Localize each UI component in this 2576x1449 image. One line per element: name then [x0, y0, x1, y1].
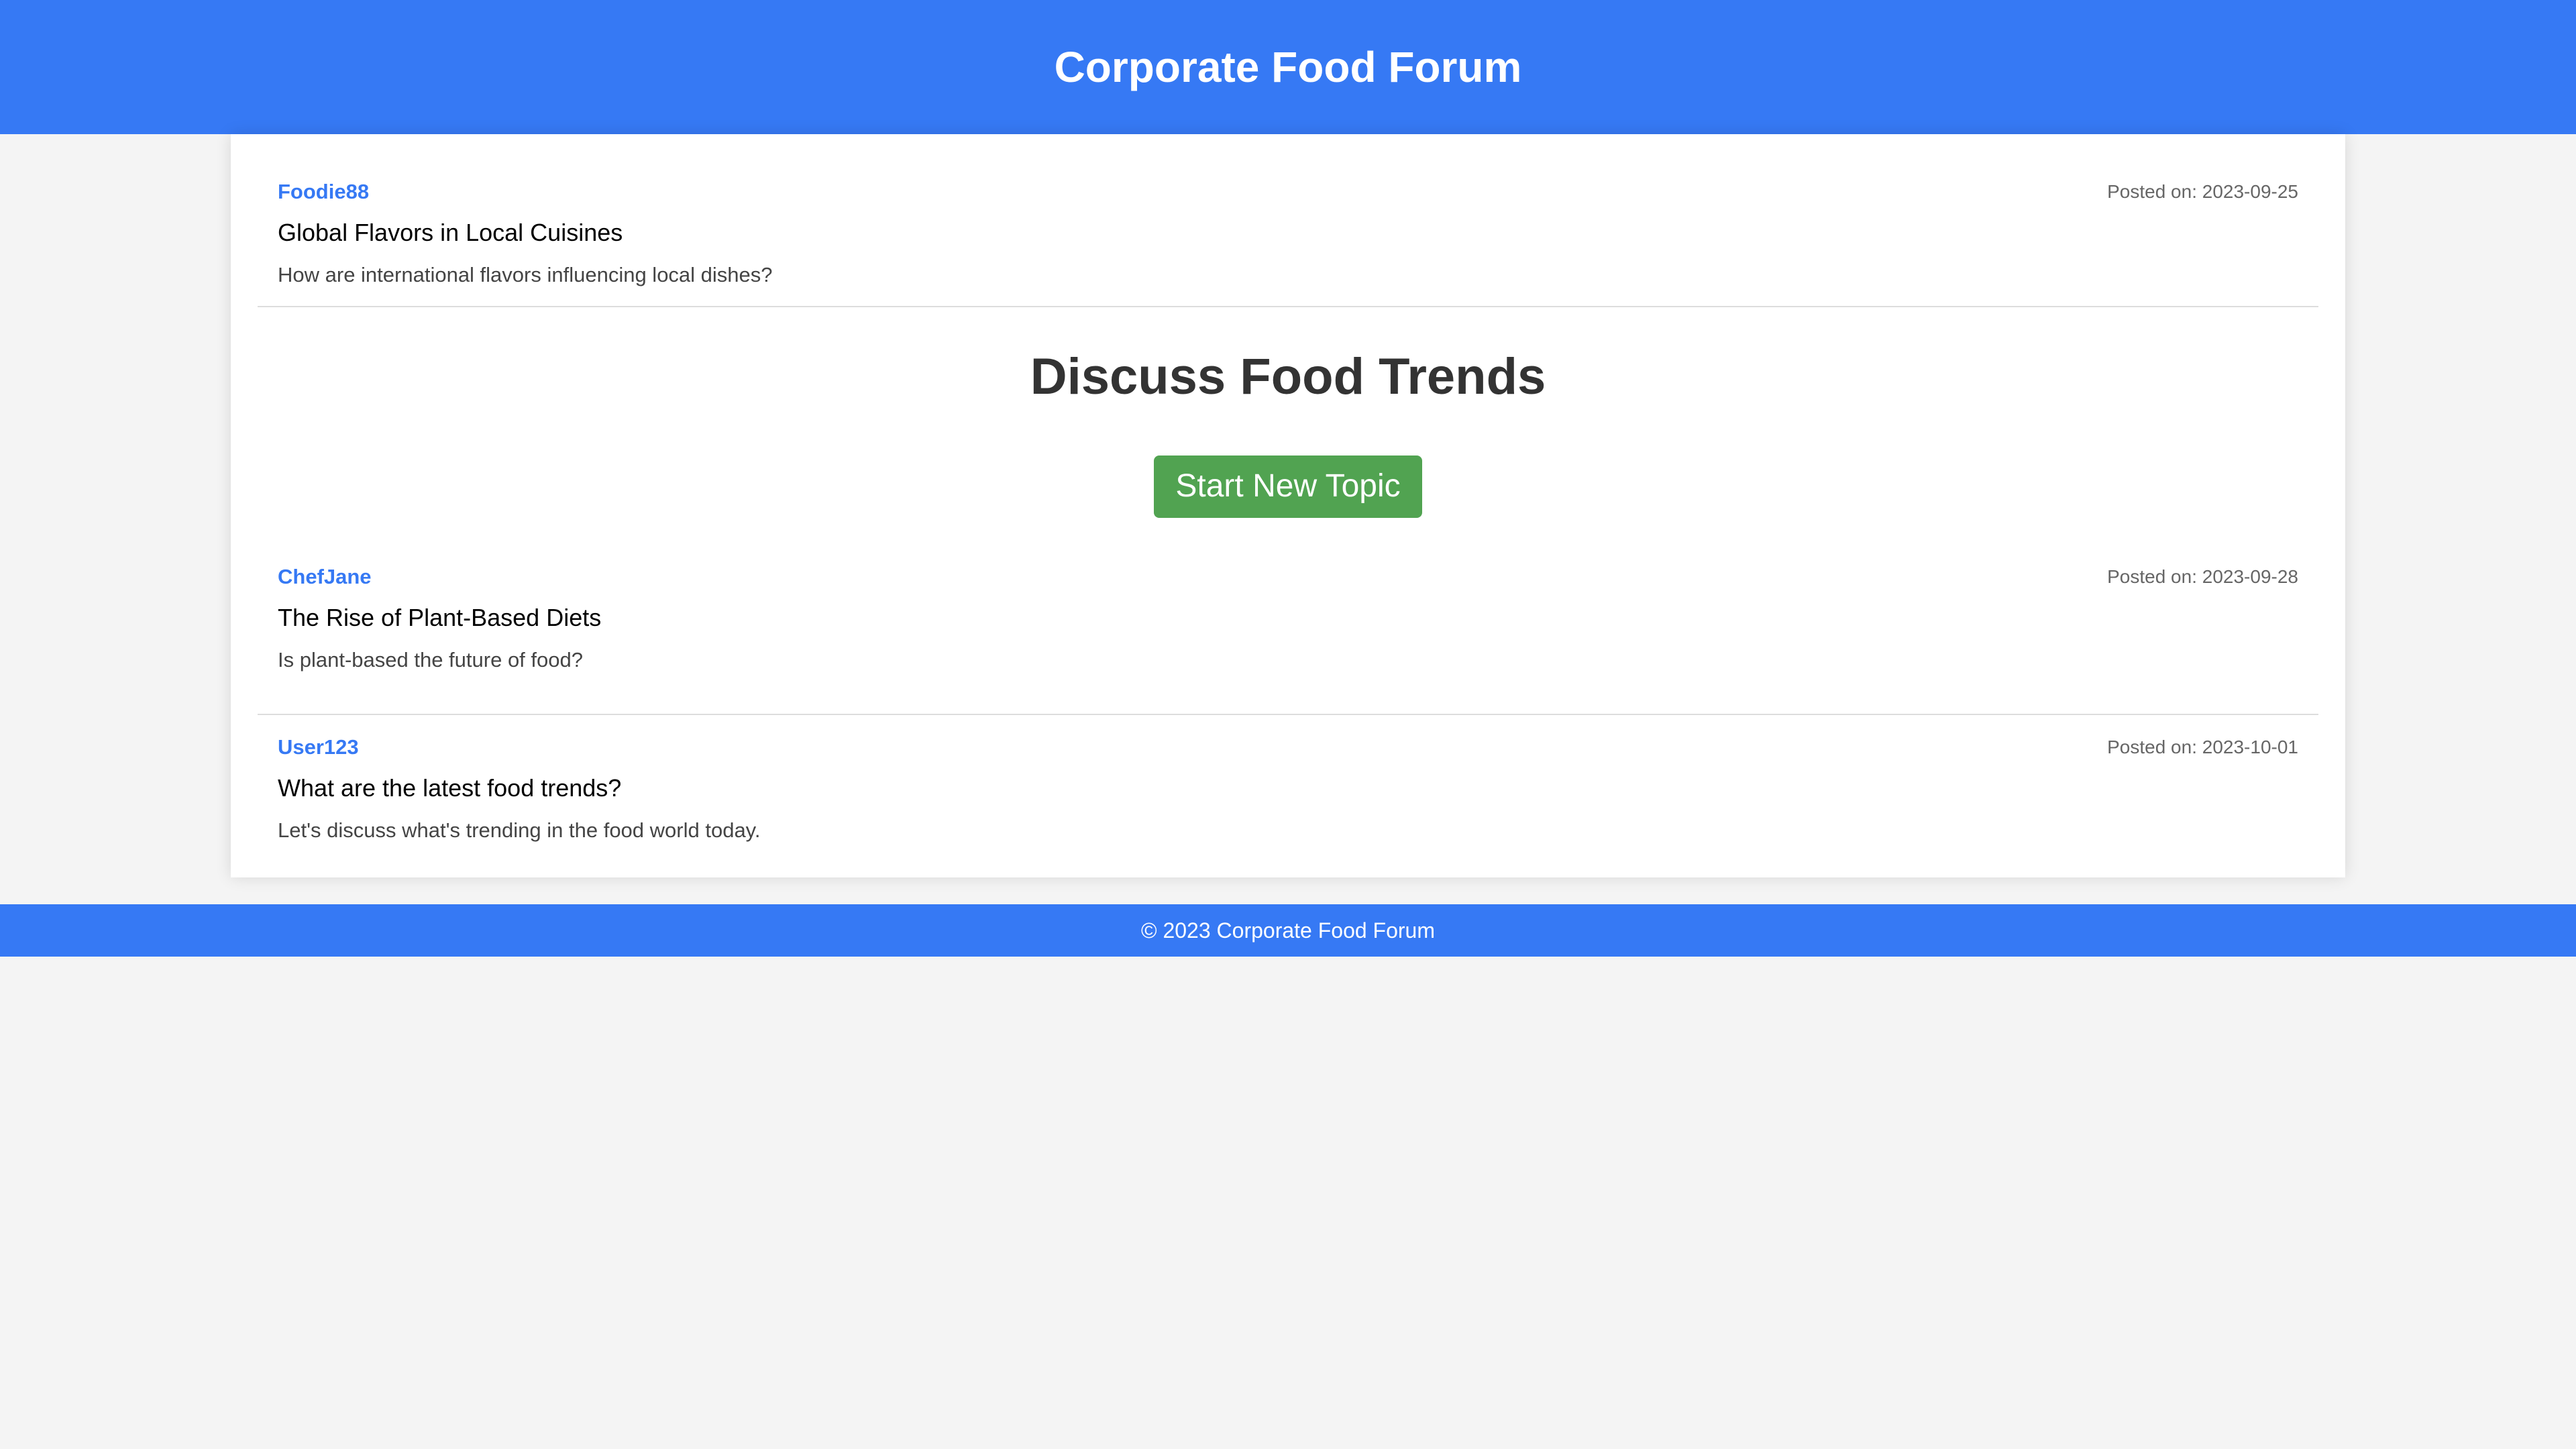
section-heading: Discuss Food Trends	[1030, 348, 1546, 405]
post-title[interactable]: Global Flavors in Local Cuisines	[278, 219, 2298, 247]
forum-post[interactable]: ChefJane Posted on: 2023-09-28 The Rise …	[258, 565, 2318, 715]
post-body: Let's discuss what's trending in the foo…	[278, 818, 761, 842]
post-author-link[interactable]: User123	[278, 735, 359, 759]
post-body: Is plant-based the future of food?	[278, 647, 583, 672]
post-meta: ChefJane Posted on: 2023-09-28	[278, 565, 2298, 589]
site-footer: © 2023 Corporate Food Forum	[0, 904, 2576, 957]
post-date: Posted on: 2023-09-25	[2107, 181, 2298, 202]
post-author-link[interactable]: ChefJane	[278, 565, 372, 589]
forum-post[interactable]: User123 Posted on: 2023-10-01 What are t…	[258, 715, 2318, 843]
forum-post[interactable]: Foodie88 Posted on: 2023-09-25 Global Fl…	[258, 134, 2318, 307]
start-new-topic-button[interactable]: Start New Topic	[1154, 455, 1422, 518]
post-title[interactable]: The Rise of Plant-Based Diets	[278, 604, 2298, 632]
site-title: Corporate Food Forum	[1054, 43, 1522, 91]
post-body: How are international flavors influencin…	[278, 263, 773, 286]
post-meta: Foodie88 Posted on: 2023-09-25	[278, 180, 2298, 204]
site-header: Corporate Food Forum	[0, 0, 2576, 134]
post-date: Posted on: 2023-09-28	[2107, 566, 2298, 587]
post-title[interactable]: What are the latest food trends?	[278, 774, 2298, 802]
post-meta: User123 Posted on: 2023-10-01	[278, 735, 2298, 759]
post-author-link[interactable]: Foodie88	[278, 180, 369, 204]
forum-container: Foodie88 Posted on: 2023-09-25 Global Fl…	[231, 134, 2345, 877]
footer-copyright: © 2023 Corporate Food Forum	[1140, 918, 1435, 943]
new-topic-wrapper: Start New Topic	[258, 455, 2318, 518]
post-date: Posted on: 2023-10-01	[2107, 736, 2298, 757]
